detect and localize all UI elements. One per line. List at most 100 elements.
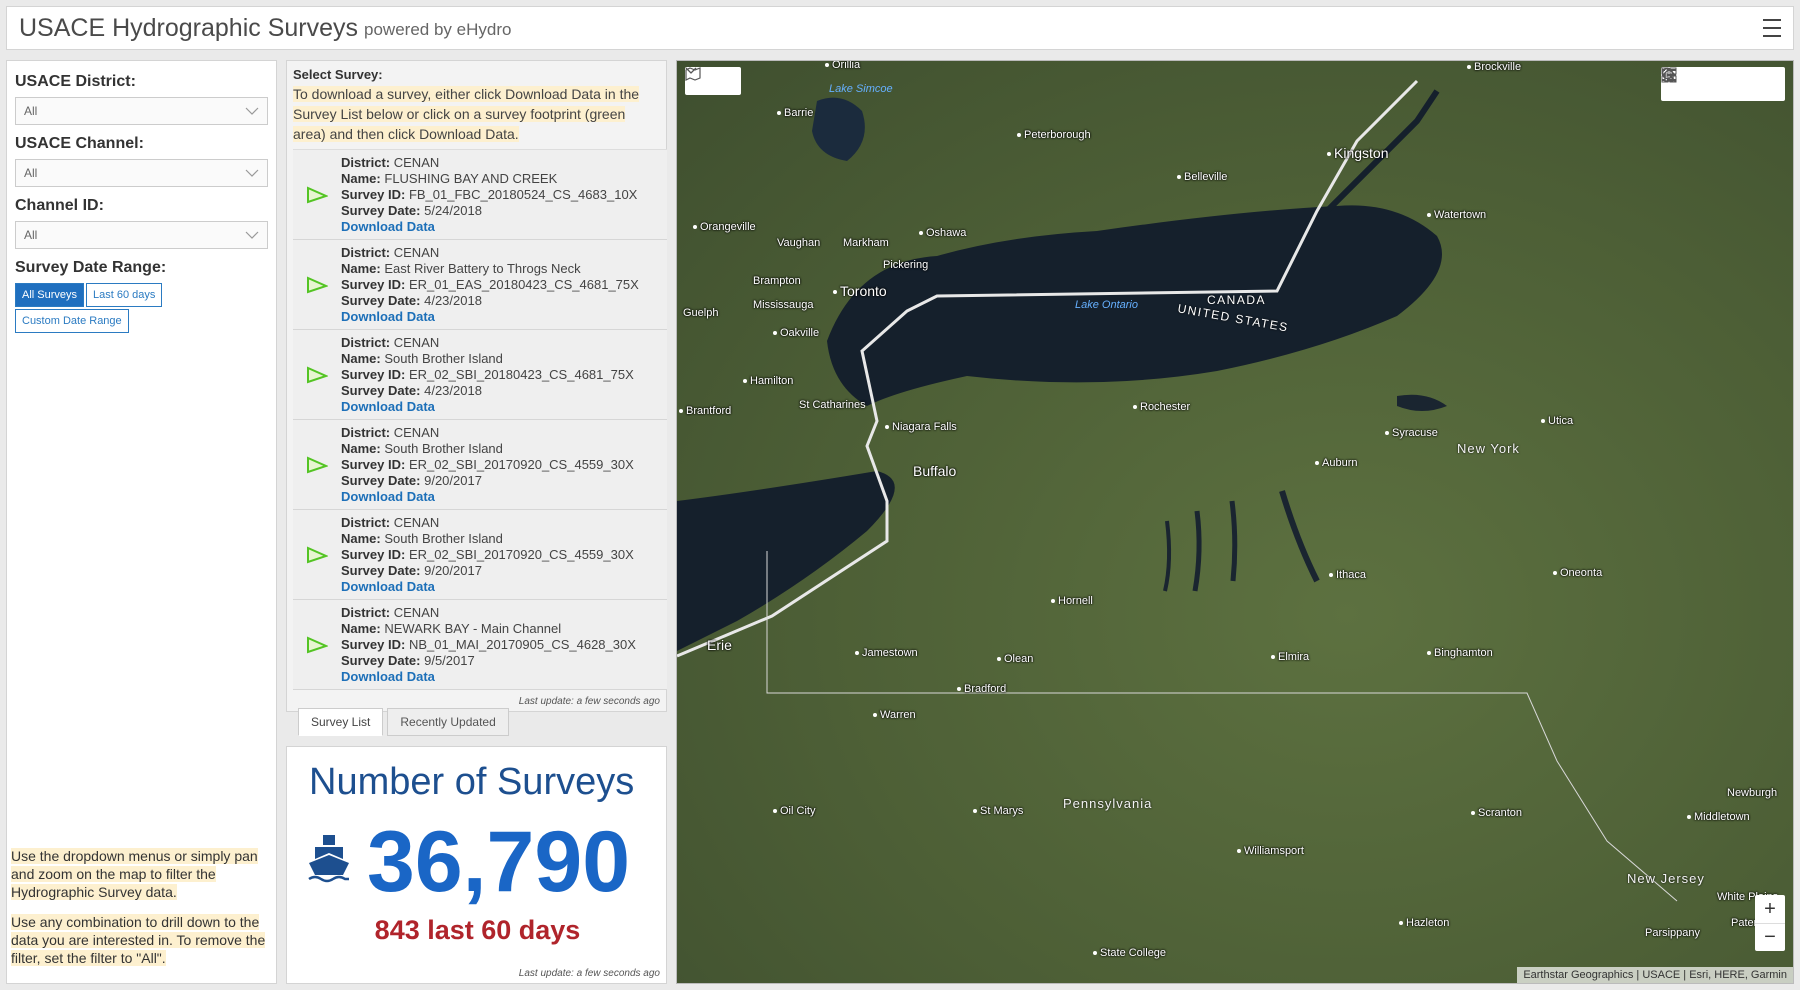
survey-footprint-icon [293,150,341,240]
channel-id-select-value: All [24,228,38,242]
city-williamsport: Williamsport [1237,845,1304,857]
survey-date: 9/20/2017 [424,562,482,578]
download-data-link[interactable]: Download Data [341,669,636,685]
district-select[interactable]: All [15,97,268,125]
survey-date: 4/23/2018 [424,382,482,398]
lake-simcoe-label: Lake Simcoe [829,83,893,95]
app-title: USACE Hydrographic Surveys [19,13,359,42]
survey-counter: Number of Surveys 36,790 843 last 60 day… [286,746,667,984]
survey-list-item[interactable]: District: CENAN Name: East River Battery … [293,240,667,330]
download-data-link[interactable]: Download Data [341,579,634,595]
city-hamilton: Hamilton [743,375,793,387]
filter-help: Use the dropdown menus or simply pan and… [11,847,273,979]
channel-select[interactable]: All [15,159,268,187]
canada-label: CANADA [1207,293,1267,307]
home-icon[interactable] [1662,68,1718,94]
survey-id-key: Survey ID: [341,276,406,292]
survey-footprint-icon [293,510,341,600]
city-kingston: Kingston [1327,145,1388,161]
survey-list-item[interactable]: District: CENAN Name: South Brother Islan… [293,330,667,420]
city-orillia: Orillia [825,61,860,71]
map-canvas [677,79,1678,902]
city-barrie: Barrie [777,107,813,119]
survey-footprint-icon [293,600,341,690]
channel-select-value: All [24,166,38,180]
name-key: Name: [341,170,381,186]
download-data-link[interactable]: Download Data [341,399,634,415]
survey-district: CENAN [393,244,440,260]
lake-ontario-label: Lake Ontario [1075,299,1138,311]
survey-id-key: Survey ID: [341,456,406,472]
survey-id: ER_02_SBI_20170920_CS_4559_30X [408,546,634,562]
new-york-label: New York [1457,441,1520,456]
chevron-down-icon [245,231,259,239]
survey-id-key: Survey ID: [341,546,406,562]
map-view[interactable]: Lake Simcoe Lake Ontario CANADA UNITED S… [676,60,1794,984]
survey-list-item[interactable]: District: CENAN Name: South Brother Islan… [293,510,667,600]
name-key: Name: [341,620,381,636]
zoom-in-button[interactable]: + [1755,895,1785,923]
city-st-catharines: St Catharines [799,399,866,411]
survey-id-key: Survey ID: [341,366,406,382]
survey-date: 5/24/2018 [424,202,482,218]
legend-icon[interactable] [1662,69,1749,94]
survey-date: 9/20/2017 [424,472,482,488]
last-60-days-button[interactable]: Last 60 days [86,283,163,307]
survey-list-item[interactable]: District: CENAN Name: FLUSHING BAY AND CR… [293,150,667,240]
city-peterborough: Peterborough [1017,129,1091,141]
map-toolbar-right [1661,67,1785,101]
channel-id-label: Channel ID: [15,197,104,214]
survey-name: FLUSHING BAY AND CREEK [384,170,558,186]
survey-date-key: Survey Date: [341,202,421,218]
filter-panel: USACE District: All USACE Channel: All C… [6,60,277,984]
survey-list[interactable]: District: CENAN Name: FLUSHING BAY AND CR… [293,149,667,691]
channel-id-select[interactable]: All [15,221,268,249]
survey-date: 9/5/2017 [424,652,475,668]
download-data-link[interactable]: Download Data [341,489,634,505]
survey-list-item[interactable]: District: CENAN Name: South Brother Islan… [293,420,667,510]
ship-icon [308,835,349,883]
download-data-link[interactable]: Download Data [341,219,637,235]
city-oneonta: Oneonta [1553,567,1602,579]
survey-info: District: CENAN Name: FLUSHING BAY AND CR… [341,155,637,235]
city-buffalo: Buffalo [913,463,957,479]
survey-list-item[interactable]: District: CENAN Name: NEWARK BAY - Main C… [293,600,667,690]
tab-recently-updated[interactable]: Recently Updated [387,708,509,736]
survey-district: CENAN [393,604,440,620]
city-pickering: Pickering [883,259,929,271]
survey-panel: Select Survey: To download a survey, eit… [286,60,667,712]
channel-label: USACE Channel: [15,135,144,152]
city-brockville: Brockville [1467,61,1521,73]
download-data-link[interactable]: Download Data [341,309,639,325]
custom-date-range-button[interactable]: Custom Date Range [15,309,129,333]
zoom-out-button[interactable]: − [1755,923,1785,951]
district-key: District: [341,604,391,620]
city-markham: Markham [843,237,889,249]
city-watertown: Watertown [1427,209,1486,221]
city-erie: Erie [707,637,732,653]
counter-value: 36,790 [367,814,631,910]
pennsylvania-label: Pennsylvania [1063,796,1153,811]
city-auburn: Auburn [1315,457,1357,469]
date-range-label: Survey Date Range: [15,259,167,276]
help-text-1: Use the dropdown menus or simply pan and… [11,848,258,900]
chevron-down-icon[interactable] [685,67,737,91]
city-middletown: Middletown [1687,811,1750,823]
survey-last-update: Last update: a few seconds ago [518,696,660,707]
city-guelph: Guelph [683,307,719,319]
basemap-gallery-icon[interactable] [1661,67,1780,94]
name-key: Name: [341,530,381,546]
city-brantford: Brantford [679,405,731,417]
city-niagara-falls: Niagara Falls [885,421,957,433]
survey-date-key: Survey Date: [341,652,421,668]
tab-survey-list[interactable]: Survey List [298,708,384,736]
survey-footprint-icon [293,330,341,420]
survey-id-key: Survey ID: [341,636,406,652]
survey-date-key: Survey Date: [341,382,421,398]
counter-last-update: Last update: a few seconds ago [518,968,660,979]
survey-date-key: Survey Date: [341,292,421,308]
district-key: District: [341,244,391,260]
survey-name: South Brother Island [384,350,503,366]
menu-icon[interactable] [1763,19,1781,37]
all-surveys-button[interactable]: All Surveys [15,283,85,307]
